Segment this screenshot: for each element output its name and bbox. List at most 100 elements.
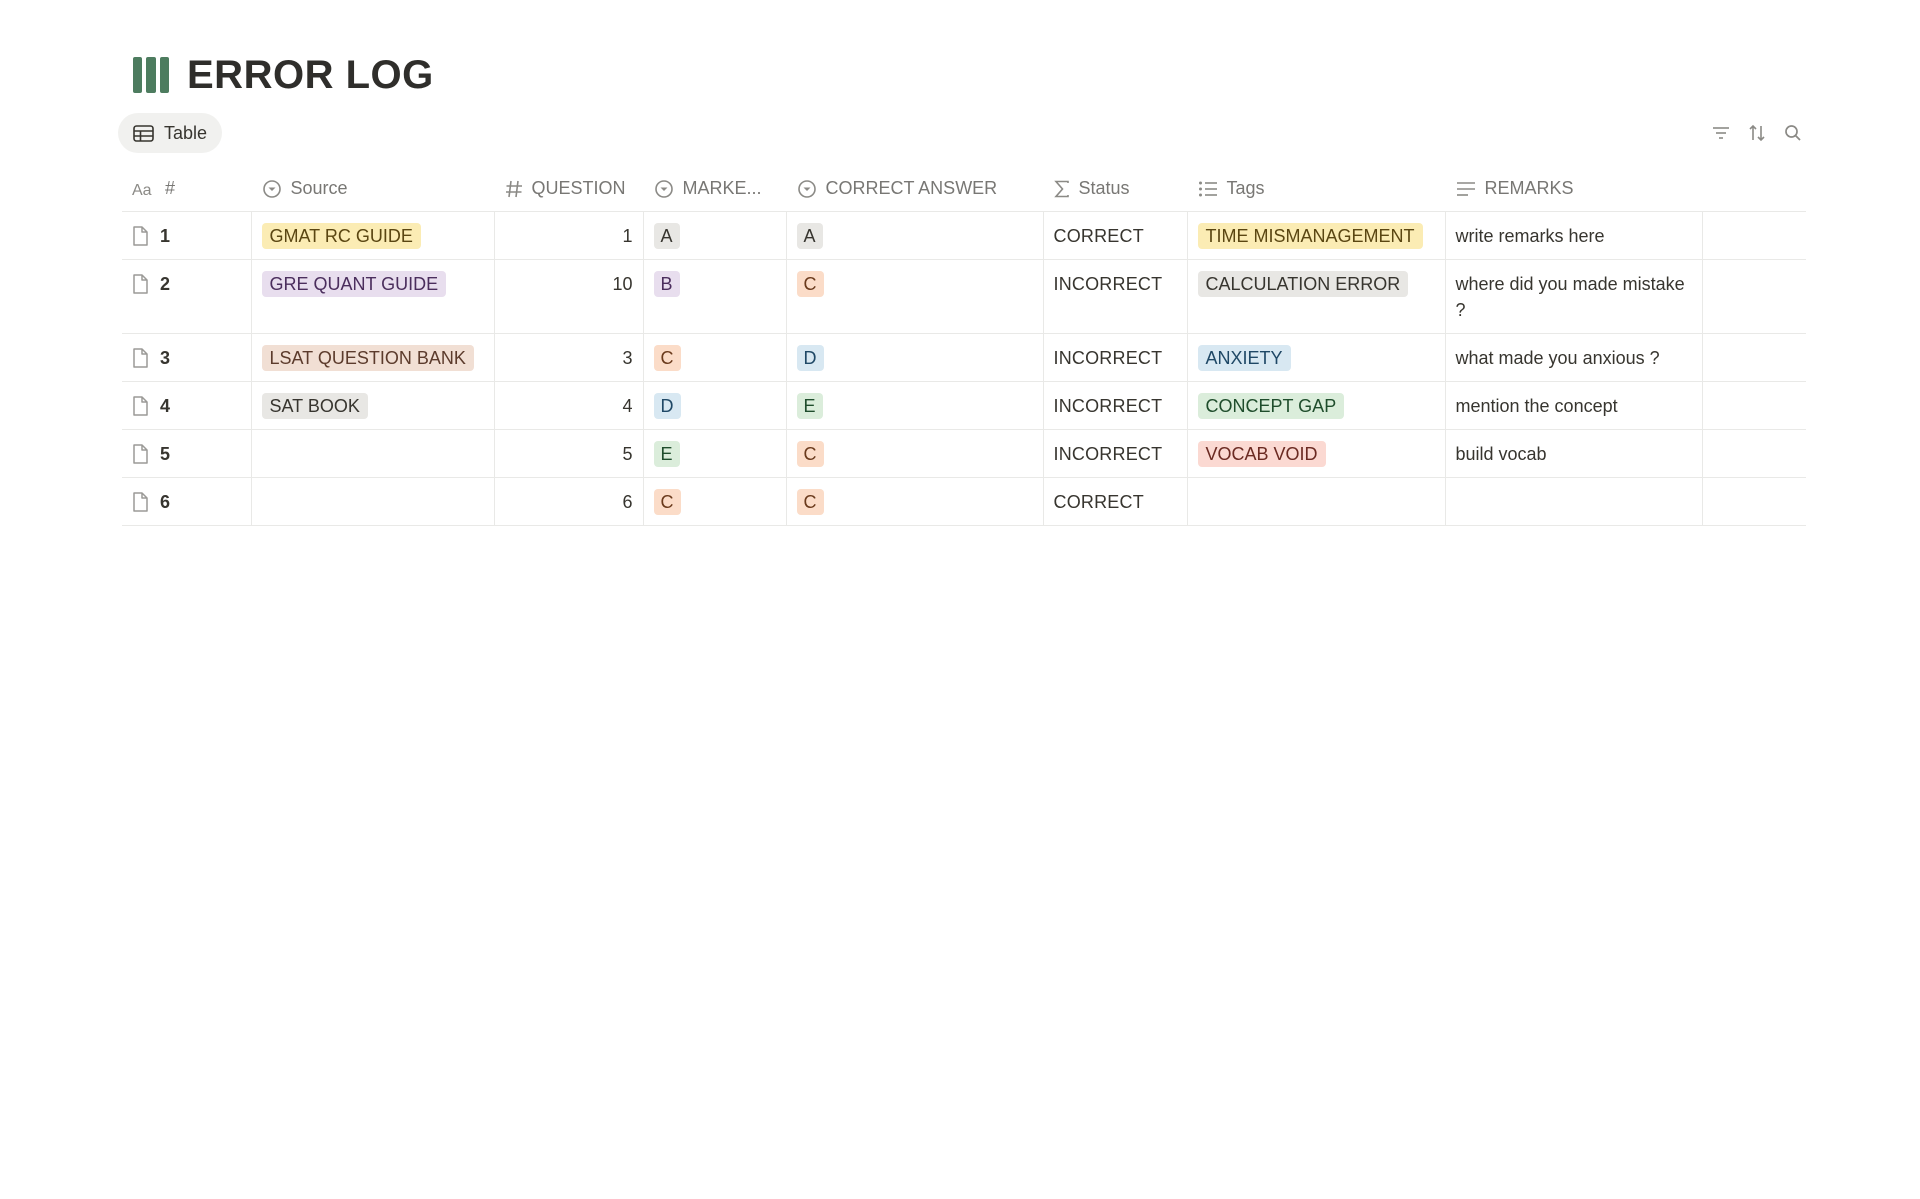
correct-answer-cell[interactable]: E	[785, 381, 1043, 430]
question-cell[interactable]: 1	[493, 211, 643, 260]
remarks-cell[interactable]	[1444, 477, 1702, 526]
remarks-cell[interactable]: write remarks here	[1444, 211, 1702, 260]
table-row[interactable]: 6 6 C C CORRECT	[122, 477, 1806, 526]
table-row[interactable]: 4 SAT BOOK 4 D E INCORRECT CONCEPT GAP mention …	[122, 381, 1806, 430]
source-cell[interactable]: GRE QUANT GUIDE	[250, 259, 494, 334]
remarks-cell[interactable]: where did you made mistake ?	[1444, 259, 1702, 334]
correct-answer-cell[interactable]: C	[785, 429, 1043, 478]
column-header-status[interactable]: Status	[1043, 166, 1187, 212]
table-icon	[133, 124, 154, 142]
name-cell[interactable]: 6	[122, 477, 251, 526]
question-cell[interactable]: 4	[493, 381, 643, 430]
column-header-correct-answer[interactable]: CORRECT ANSWER	[786, 166, 1043, 212]
page-icon	[133, 226, 148, 246]
remarks-text: what made you anxious ?	[1455, 348, 1660, 368]
page: ERROR LOG Table Aa # Source QUESTION MAR…	[0, 0, 1920, 1199]
correct-answer-tag: A	[796, 223, 823, 249]
source-cell[interactable]	[250, 429, 494, 478]
remarks-text: write remarks here	[1455, 226, 1605, 246]
marked-cell[interactable]: B	[642, 259, 786, 334]
source-cell[interactable]: GMAT RC GUIDE	[250, 211, 494, 260]
remarks-cell[interactable]: what made you anxious ?	[1444, 333, 1702, 382]
column-label: MARKE...	[682, 178, 762, 198]
source-tag: LSAT QUESTION BANK	[261, 345, 474, 371]
add-column-area[interactable]	[1702, 166, 1806, 212]
column-label: Source	[290, 178, 348, 198]
search-button[interactable]	[1782, 122, 1804, 144]
tags-cell[interactable]: CONCEPT GAP	[1186, 381, 1445, 430]
status-text: INCORRECT	[1053, 274, 1163, 294]
source-cell[interactable]: LSAT QUESTION BANK	[250, 333, 494, 382]
sort-button[interactable]	[1746, 122, 1768, 144]
filter-button[interactable]	[1710, 122, 1732, 144]
question-number: 6	[622, 492, 633, 512]
error-tag: TIME MISMANAGEMENT	[1197, 223, 1423, 249]
name-cell[interactable]: 2	[122, 259, 251, 334]
view-toolbar	[1710, 122, 1804, 144]
column-header-name[interactable]: Aa #	[122, 166, 251, 212]
question-number: 4	[622, 396, 633, 416]
status-cell: CORRECT	[1042, 477, 1187, 526]
correct-answer-cell[interactable]: A	[785, 211, 1043, 260]
column-header-tags[interactable]: Tags	[1187, 166, 1445, 212]
status-text: INCORRECT	[1053, 396, 1163, 416]
select-property-icon	[262, 179, 281, 198]
table-row[interactable]: 3 LSAT QUESTION BANK 3 C D INCORRECT ANXIETY wh…	[122, 333, 1806, 382]
source-cell[interactable]	[250, 477, 494, 526]
column-label: Status	[1078, 178, 1130, 198]
tags-cell[interactable]: TIME MISMANAGEMENT	[1186, 211, 1445, 260]
error-tag: ANXIETY	[1197, 345, 1291, 371]
question-cell[interactable]: 3	[493, 333, 643, 382]
name-cell[interactable]: 3	[122, 333, 251, 382]
empty-cell	[1701, 477, 1806, 526]
page-icon	[133, 274, 148, 294]
marked-cell[interactable]: C	[642, 477, 786, 526]
number-property-icon	[505, 180, 522, 197]
filter-icon	[1713, 127, 1729, 139]
page-title: ERROR LOG	[187, 52, 434, 97]
tab-table-view[interactable]: Table	[118, 113, 223, 153]
correct-answer-cell[interactable]: D	[785, 333, 1043, 382]
tags-cell[interactable]: VOCAB VOID	[1186, 429, 1445, 478]
tags-cell[interactable]	[1186, 477, 1445, 526]
column-header-marked[interactable]: MARKE...	[643, 166, 786, 212]
source-cell[interactable]: SAT BOOK	[250, 381, 494, 430]
error-log-table: Aa # Source QUESTION MARKE... CORRECT AN…	[122, 166, 1806, 526]
table-row[interactable]: 5 5 E C INCORRECT VOCAB VOID build vocab	[122, 429, 1806, 478]
remarks-text: where did you made mistake ?	[1455, 274, 1685, 320]
marked-cell[interactable]: A	[642, 211, 786, 260]
marked-cell[interactable]: D	[642, 381, 786, 430]
page-icon	[133, 444, 148, 464]
source-tag: GRE QUANT GUIDE	[261, 271, 447, 297]
name-cell[interactable]: 5	[122, 429, 251, 478]
name-cell[interactable]: 4	[122, 381, 251, 430]
status-text: INCORRECT	[1053, 444, 1163, 464]
tags-cell[interactable]: CALCULATION ERROR	[1186, 259, 1445, 334]
marked-cell[interactable]: C	[642, 333, 786, 382]
status-cell: CORRECT	[1042, 211, 1187, 260]
question-cell[interactable]: 6	[493, 477, 643, 526]
error-tag: VOCAB VOID	[1197, 441, 1326, 467]
status-cell: INCORRECT	[1042, 259, 1187, 334]
correct-answer-cell[interactable]: C	[785, 477, 1043, 526]
page-header: ERROR LOG	[133, 50, 434, 100]
empty-cell	[1701, 333, 1806, 382]
question-cell[interactable]: 10	[493, 259, 643, 334]
marked-cell[interactable]: E	[642, 429, 786, 478]
name-cell[interactable]: 1	[122, 211, 251, 260]
column-header-source[interactable]: Source	[251, 166, 494, 212]
column-header-question[interactable]: QUESTION	[494, 166, 643, 212]
column-header-remarks[interactable]: REMARKS	[1445, 166, 1702, 212]
tags-cell[interactable]: ANXIETY	[1186, 333, 1445, 382]
marked-answer-tag: D	[653, 393, 681, 419]
table-header-row: Aa # Source QUESTION MARKE... CORRECT AN…	[122, 166, 1806, 212]
table-row[interactable]: 1 GMAT RC GUIDE 1 A A CORRECT TIME MISMANAGEME…	[122, 211, 1806, 260]
table-row[interactable]: 2 GRE QUANT GUIDE 10 B C INCORRECT CALCULATION…	[122, 259, 1806, 334]
correct-answer-cell[interactable]: C	[785, 259, 1043, 334]
bars-icon	[133, 57, 169, 93]
search-icon	[1785, 125, 1801, 141]
question-cell[interactable]: 5	[493, 429, 643, 478]
remarks-cell[interactable]: mention the concept	[1444, 381, 1702, 430]
remarks-cell[interactable]: build vocab	[1444, 429, 1702, 478]
svg-text:Aa: Aa	[132, 182, 152, 197]
